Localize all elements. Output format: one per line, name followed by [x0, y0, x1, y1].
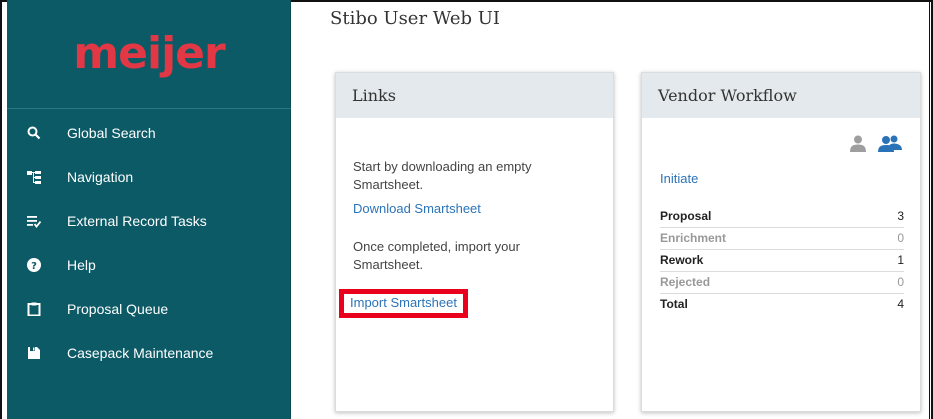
row-count: 0 — [881, 227, 904, 250]
row-label: Rework — [660, 249, 882, 272]
row-count: 4 — [897, 297, 904, 312]
user-icons — [850, 135, 902, 152]
right-border — [929, 0, 930, 419]
help-icon: ? — [27, 258, 41, 272]
task-list-icon — [27, 214, 41, 228]
sidebar-item-global-search[interactable]: Global Search — [7, 111, 291, 155]
clipboard-icon — [27, 302, 41, 316]
row-label: Total — [660, 297, 688, 312]
table-row[interactable]: Rework 1 — [660, 249, 904, 272]
table-row[interactable]: Rejected 0 — [660, 271, 904, 294]
download-instruction-text: Start by downloading an empty Smartsheet… — [353, 159, 532, 192]
save-icon — [27, 346, 41, 360]
sidebar-item-label: Global Search — [67, 125, 156, 141]
search-icon — [27, 126, 41, 140]
import-highlight-box: Import Smartsheet — [339, 289, 468, 318]
row-count: 1 — [881, 249, 904, 272]
sidebar-item-label: Casepack Maintenance — [67, 345, 214, 361]
sidebar-item-casepack-maintenance[interactable]: Casepack Maintenance — [7, 331, 291, 375]
links-card-body: Start by downloading an empty Smartsheet… — [336, 118, 613, 274]
meijer-logo: meijer — [73, 28, 225, 79]
vendor-workflow-title: Vendor Workflow — [642, 73, 920, 118]
workflow-status-table: Proposal 3 Enrichment 0 Rework 1 Rejecte… — [660, 205, 904, 315]
user-icon[interactable] — [850, 135, 866, 152]
links-card: Links Start by downloading an empty Smar… — [335, 72, 614, 412]
row-label: Proposal — [660, 205, 882, 228]
vendor-workflow-card: Vendor Workflow Initiate Proposal 3 Enri… — [641, 72, 921, 412]
sidebar-divider — [7, 108, 291, 109]
sidebar-nav: Global Search Navigation External Record… — [7, 111, 291, 375]
row-label: Rejected — [660, 271, 882, 294]
import-smartsheet-link[interactable]: Import Smartsheet — [350, 295, 457, 311]
sidebar: meijer Global Search Navigation External… — [7, 0, 291, 419]
initiate-link[interactable]: Initiate — [660, 171, 698, 186]
table-row[interactable]: Proposal 3 — [660, 205, 904, 228]
users-icon[interactable] — [878, 135, 902, 152]
sidebar-item-help[interactable]: ? Help — [7, 243, 291, 287]
sidebar-item-label: Help — [67, 257, 96, 273]
sidebar-item-label: Proposal Queue — [67, 301, 169, 317]
sidebar-item-navigation[interactable]: Navigation — [7, 155, 291, 199]
sidebar-item-proposal-queue[interactable]: Proposal Queue — [7, 287, 291, 331]
row-label: Enrichment — [660, 227, 882, 250]
table-row[interactable]: Enrichment 0 — [660, 227, 904, 250]
sidebar-item-label: External Record Tasks — [67, 213, 207, 229]
download-smartsheet-link[interactable]: Download Smartsheet — [353, 200, 481, 218]
sidebar-item-label: Navigation — [67, 169, 134, 185]
row-count: 0 — [881, 271, 904, 294]
import-instruction-text: Once completed, import your Smartsheet. — [353, 239, 520, 272]
page-title: Stibo User Web UI — [330, 8, 500, 29]
svg-text:?: ? — [31, 261, 37, 272]
sidebar-item-external-record-tasks[interactable]: External Record Tasks — [7, 199, 291, 243]
table-row[interactable]: Total 4 — [660, 293, 904, 315]
links-card-title: Links — [336, 73, 613, 118]
row-count: 3 — [881, 205, 904, 228]
navigation-tree-icon — [27, 170, 41, 184]
